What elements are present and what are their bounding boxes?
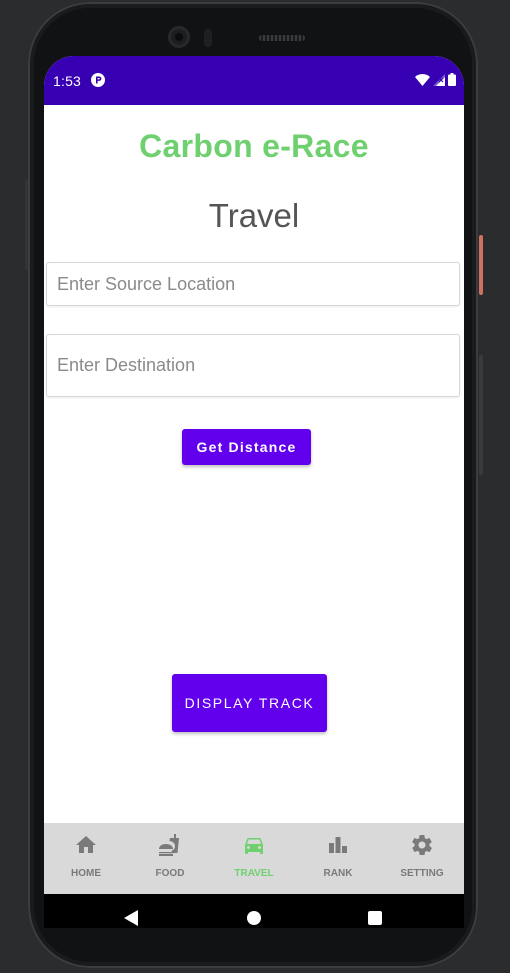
car-icon (245, 838, 263, 854)
power-button (479, 235, 483, 295)
signal-icon (433, 73, 445, 86)
nav-label-setting: SETTING (400, 868, 444, 879)
home-circle-icon[interactable] (247, 911, 261, 925)
destination-input[interactable] (46, 334, 460, 397)
display-track-button[interactable]: DISPLAY TRACK (172, 674, 327, 732)
system-navigation-bar (44, 894, 464, 928)
screen: 1:53 Carbon e-Race Travel Get Distance D… (44, 56, 464, 928)
nav-label-travel: TRAVEL (234, 868, 274, 879)
bottom-navigation: HOME FOOD TRAVEL RANK SETTING (44, 823, 464, 894)
recents-icon[interactable] (368, 911, 382, 925)
food-icon (159, 834, 179, 856)
nav-label-home: HOME (71, 868, 101, 879)
earpiece-speaker (259, 35, 305, 41)
app-title: Carbon e-Race (139, 128, 369, 164)
nav-item-travel[interactable]: TRAVEL (212, 823, 296, 894)
status-time: 1:53 (53, 73, 82, 89)
source-location-input[interactable] (46, 262, 460, 306)
status-bar: 1:53 (44, 56, 464, 105)
home-icon (76, 836, 96, 853)
back-icon[interactable] (124, 910, 138, 926)
bar-chart-icon (329, 837, 347, 853)
wifi-icon (415, 73, 430, 86)
gear-icon (412, 835, 432, 855)
nav-item-setting[interactable]: SETTING (380, 823, 464, 894)
battery-icon (448, 73, 456, 86)
proximity-sensor (204, 29, 212, 47)
nav-item-rank[interactable]: RANK (296, 823, 380, 894)
nav-label-rank: RANK (323, 868, 353, 879)
nav-item-home[interactable]: HOME (44, 823, 128, 894)
nav-item-food[interactable]: FOOD (128, 823, 212, 894)
status-icons (415, 73, 456, 86)
app-notification-icon (91, 73, 105, 87)
front-camera (168, 26, 190, 48)
page-title: Travel (208, 197, 300, 234)
volume-rocker (479, 355, 483, 475)
get-distance-button[interactable]: Get Distance (182, 429, 311, 465)
nav-label-food: FOOD (155, 868, 185, 879)
